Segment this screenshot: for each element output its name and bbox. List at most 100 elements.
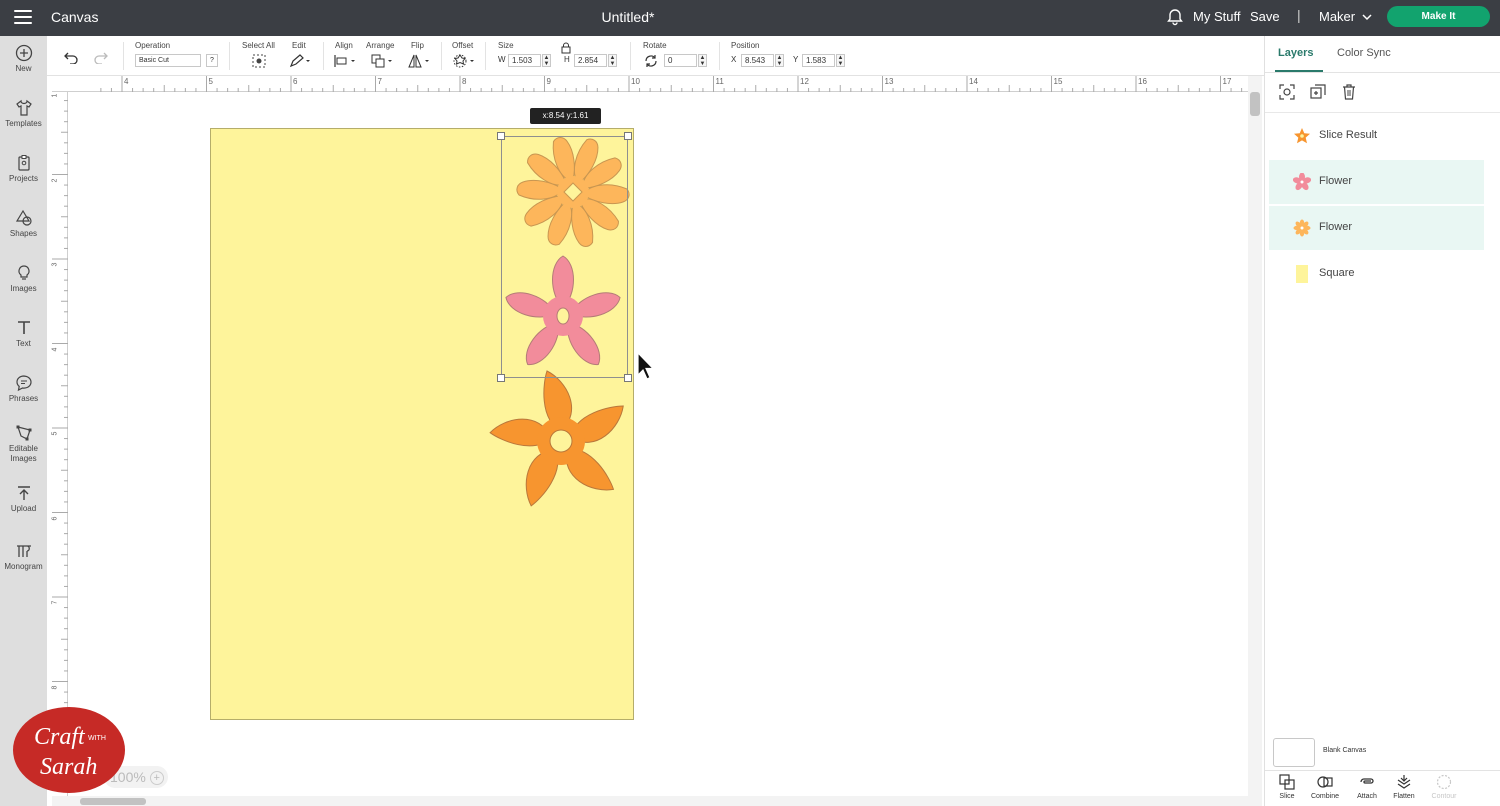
zoom-in-icon[interactable]: +: [149, 771, 164, 785]
layers-panel: Layers Color Sync Slice Result Flower Fl…: [1264, 36, 1500, 806]
my-stuff-link[interactable]: My Stuff: [1193, 9, 1240, 24]
y-position-input[interactable]: 1.583: [802, 54, 835, 67]
ruler-left-number: 7: [51, 600, 59, 605]
ruler-left-number: 6: [51, 516, 59, 520]
ruler-top-number: 5: [208, 77, 213, 86]
logo-badge: Craft WITH Sarah: [13, 707, 125, 793]
layer-row[interactable]: Slice Result: [1269, 114, 1484, 158]
rail-templates[interactable]: Templates: [0, 99, 47, 129]
align-label: Align: [335, 41, 353, 50]
resize-handle-bottom-left[interactable]: [497, 374, 505, 382]
trash-icon[interactable]: [1341, 84, 1357, 100]
rotate-input[interactable]: 0: [664, 54, 697, 67]
duplicate-icon[interactable]: [1310, 84, 1326, 100]
ruler-left-number: 5: [51, 431, 59, 436]
arrange-label: Arrange: [366, 41, 395, 50]
rail-label: New: [15, 64, 32, 73]
pencil-icon[interactable]: [289, 54, 311, 68]
width-input[interactable]: 1.503: [508, 54, 541, 67]
x-position-input[interactable]: 8.543: [741, 54, 774, 67]
square-yellow-icon: [1296, 265, 1308, 283]
ruler-left-ticks: [52, 100, 68, 788]
width-label: W: [498, 55, 506, 64]
vertical-scrollbar[interactable]: [1248, 76, 1262, 796]
ruler-top-number: 11: [715, 77, 724, 86]
rail-upload[interactable]: Upload: [0, 484, 47, 514]
slice-button[interactable]: Slice: [1267, 774, 1307, 800]
flip-icon[interactable]: [407, 54, 431, 68]
resize-handle-top-right[interactable]: [624, 132, 632, 140]
layer-row-selected[interactable]: Flower: [1269, 206, 1484, 250]
bell-icon[interactable]: [1166, 8, 1184, 26]
rail-label: Images: [10, 284, 37, 293]
height-input[interactable]: 2.854: [574, 54, 607, 67]
ruler-top-number: 15: [1053, 77, 1063, 86]
selection-box[interactable]: [501, 136, 628, 378]
resize-handle-top-left[interactable]: [497, 132, 505, 140]
rail-text[interactable]: Text: [0, 319, 47, 349]
y-position-stepper[interactable]: ▲ ▼: [836, 54, 845, 67]
horizontal-scroll-thumb[interactable]: [80, 798, 146, 805]
operation-help-button[interactable]: ?: [206, 54, 218, 67]
attach-button[interactable]: Attach: [1347, 774, 1387, 800]
rotate-stepper[interactable]: ▲ ▼: [698, 54, 707, 67]
make-it-button[interactable]: Make It: [1387, 6, 1490, 27]
rail-projects[interactable]: Projects: [0, 154, 47, 184]
rail-new[interactable]: New: [0, 44, 47, 74]
width-stepper[interactable]: ▲ ▼: [542, 54, 551, 67]
save-button[interactable]: Save: [1250, 9, 1280, 24]
hamburger-menu-icon[interactable]: [14, 10, 32, 24]
layer-row-selected[interactable]: Flower: [1269, 160, 1484, 204]
group-icon[interactable]: [1279, 84, 1295, 100]
rail-shapes[interactable]: Shapes: [0, 209, 47, 239]
tab-color-sync[interactable]: Color Sync: [1337, 47, 1391, 59]
flatten-button[interactable]: Flatten: [1384, 774, 1424, 800]
select-all-icon[interactable]: [251, 54, 267, 68]
ruler-left-number: 3: [51, 262, 59, 267]
horizontal-scrollbar[interactable]: [52, 796, 1262, 806]
mouse-cursor-icon: [637, 352, 655, 380]
layer-tools-divider: [1265, 770, 1500, 771]
combine-button[interactable]: Combine: [1305, 774, 1345, 800]
rail-phrases[interactable]: Phrases: [0, 374, 47, 404]
machine-select[interactable]: Maker: [1319, 9, 1355, 24]
lock-icon[interactable]: [561, 42, 571, 54]
undo-icon[interactable]: [63, 50, 79, 64]
flatten-label: Flatten: [1393, 793, 1415, 800]
shapes-icon: [15, 209, 32, 226]
layer-row[interactable]: Square: [1269, 252, 1484, 296]
rail-editable-images[interactable]: Editable Images: [0, 424, 47, 464]
redo-icon[interactable]: [93, 50, 109, 64]
ruler-top: 4 5 6 7 8 9 10 11 12 13 14 15 16 17: [52, 76, 1248, 92]
blank-canvas-swatch[interactable]: [1273, 738, 1315, 767]
layer-name: Flower: [1319, 221, 1353, 233]
tab-layers[interactable]: Layers: [1278, 47, 1313, 59]
rotate-icon[interactable]: [643, 54, 659, 68]
rail-monogram[interactable]: Monogram: [0, 542, 47, 572]
height-stepper[interactable]: ▲ ▼: [608, 54, 617, 67]
ruler-top-number: 8: [462, 77, 467, 86]
x-position-stepper[interactable]: ▲ ▼: [775, 54, 784, 67]
vertical-scroll-thumb[interactable]: [1250, 92, 1260, 116]
ruler-top-number: 9: [546, 77, 551, 86]
contour-button[interactable]: Contour: [1424, 774, 1464, 800]
lightbulb-icon: [17, 265, 30, 280]
plus-circle-icon: [15, 44, 32, 62]
rail-images[interactable]: Images: [0, 264, 47, 294]
speech-bubble-icon: [15, 375, 32, 392]
document-title[interactable]: Untitled*: [600, 9, 656, 25]
offset-icon[interactable]: [452, 54, 476, 68]
ruler-left-number: 1: [51, 93, 59, 98]
logo-text-craft: Craft: [34, 724, 86, 750]
arrange-icon[interactable]: [370, 54, 394, 68]
chevron-down-icon[interactable]: [1362, 13, 1372, 21]
toolbar-divider: [630, 42, 631, 70]
ruler-top-number: 13: [884, 77, 894, 86]
operation-select[interactable]: Basic Cut: [135, 54, 201, 67]
ruler-top-number: 14: [969, 77, 978, 86]
flip-label: Flip: [411, 41, 424, 50]
ruler-top-number: 7: [377, 77, 382, 86]
resize-handle-bottom-right[interactable]: [624, 374, 632, 382]
top-bar: Canvas Untitled* My Stuff Save | Maker M…: [0, 0, 1500, 36]
align-icon[interactable]: [333, 54, 357, 68]
